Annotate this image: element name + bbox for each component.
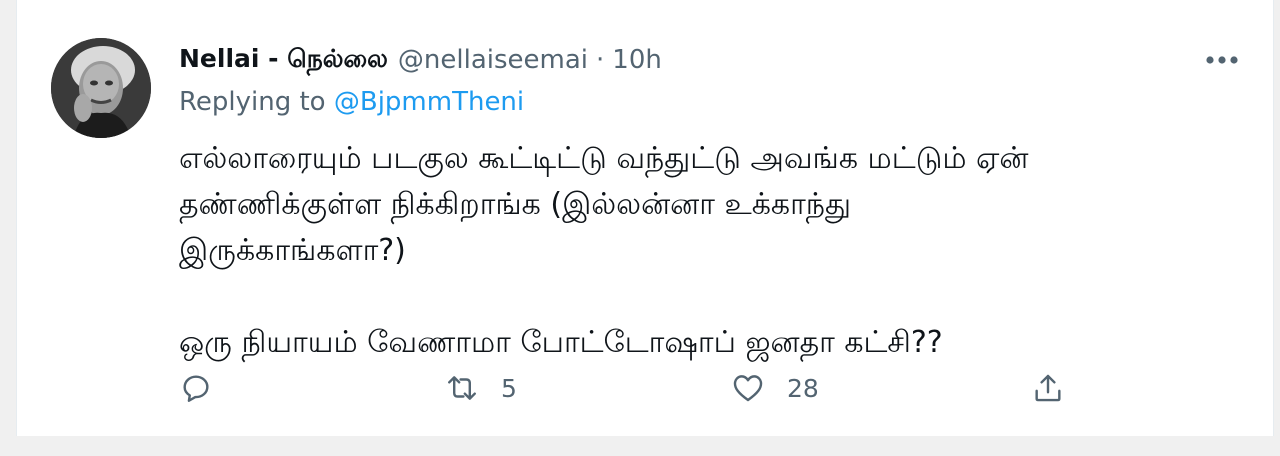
more-horizontal-icon bbox=[1206, 56, 1238, 64]
tweet-text: எல்லாரையும் படகுல கூட்டிட்டு வந்துட்டு அ… bbox=[179, 136, 1239, 366]
share-button[interactable] bbox=[1031, 366, 1065, 410]
reply-icon bbox=[183, 375, 209, 402]
share-icon bbox=[1035, 374, 1061, 402]
tweet-text-line: ஒரு நியாயம் வேணாமா போட்டோஷாப் ஜனதா கட்சி… bbox=[179, 325, 943, 360]
replying-to-mention[interactable]: @BjpmmTheni bbox=[334, 87, 524, 117]
timestamp[interactable]: 10h bbox=[612, 45, 662, 75]
retweet-button[interactable]: 5 bbox=[445, 366, 517, 410]
tweet-text-line: எல்லாரையும் படகுல கூட்டிட்டு வந்துட்டு அ… bbox=[179, 141, 1029, 176]
replying-to-label: Replying to bbox=[179, 87, 326, 117]
tweet-text-line: இருக்காங்களா?) bbox=[179, 233, 406, 268]
replying-to-line: Replying to @BjpmmTheni bbox=[179, 87, 524, 117]
tweet-text-line: தண்ணிக்குள்ள நிக்கிறாங்க (இல்லன்னா உக்கா… bbox=[179, 187, 852, 222]
avatar[interactable] bbox=[51, 38, 151, 138]
retweet-count: 5 bbox=[501, 373, 517, 403]
profile-photo-image bbox=[51, 38, 151, 138]
display-name[interactable]: Nellai - நெல்லை bbox=[179, 44, 388, 77]
tweet-actions: 5 28 bbox=[17, 366, 1273, 410]
separator-dot: · bbox=[596, 45, 605, 75]
user-handle[interactable]: @nellaiseemai bbox=[398, 45, 588, 75]
like-button[interactable]: 28 bbox=[731, 366, 819, 410]
tweet-header: Nellai - நெல்லை @nellaiseemai · 10h bbox=[179, 40, 662, 80]
heart-icon bbox=[733, 375, 763, 402]
more-options-button[interactable] bbox=[1199, 44, 1245, 76]
reply-button[interactable] bbox=[179, 366, 213, 410]
like-count: 28 bbox=[787, 373, 819, 403]
retweet-icon bbox=[448, 376, 476, 400]
tweet-card[interactable]: Nellai - நெல்லை @nellaiseemai · 10h Repl… bbox=[16, 0, 1274, 436]
